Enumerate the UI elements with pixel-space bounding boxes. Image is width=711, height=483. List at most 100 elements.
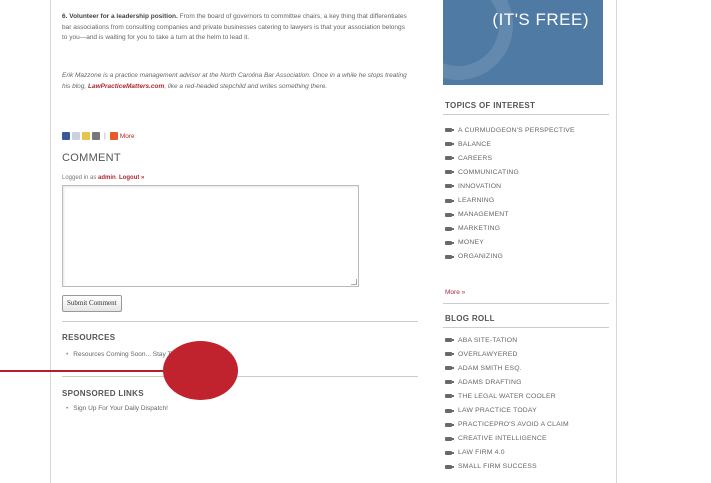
article-paragraph-6: 6. Volunteer for a leadership position. … [62, 12, 412, 44]
submit-comment-button[interactable]: Submit Comment [62, 295, 122, 312]
comment-heading: COMMENT [62, 152, 121, 164]
tag-icon [445, 422, 454, 427]
signup-banner[interactable]: (IT'S FREE) [443, 0, 603, 85]
blogroll-label: CREATIVE INTELLIGENCE [458, 435, 547, 443]
logout-link[interactable]: Logout » [119, 175, 144, 181]
author-blog-link[interactable]: LawPracticeMatters.com [88, 83, 164, 90]
sponsored-links-heading: SPONSORED LINKS [62, 389, 144, 398]
topic-item[interactable]: MANAGEMENT [445, 208, 575, 222]
banner-text: (IT'S FREE) [492, 10, 589, 29]
blogroll-item[interactable]: PRACTICEPRO'S AVOID A CLAIM [445, 418, 569, 432]
topics-more-link[interactable]: More » [445, 289, 465, 296]
topic-item[interactable]: CAREERS [445, 151, 575, 165]
tag-icon [445, 380, 454, 385]
callout-marker [163, 341, 238, 400]
logged-in-status: Logged in as admin. Logout » [62, 175, 144, 181]
blogroll-list: ABA SITE-TATION OVERLAWYERED ADAM SMITH … [445, 333, 569, 474]
blogroll-label: ADAM SMITH ESQ. [458, 364, 522, 372]
blogroll-item[interactable]: SMALL FIRM SUCCESS [445, 460, 569, 474]
share-more-link[interactable]: More [120, 133, 135, 140]
topic-label: MONEY [458, 239, 484, 247]
topic-item[interactable]: MONEY [445, 236, 575, 250]
tag-icon [445, 464, 454, 469]
blogroll-label: PRACTICEPRO'S AVOID A CLAIM [458, 421, 569, 429]
tag-icon [445, 366, 454, 371]
blogroll-item[interactable]: OVERLAWYERED [445, 347, 569, 361]
divider [443, 114, 609, 115]
topic-item[interactable]: ORGANIZING [445, 250, 575, 264]
tag-icon [445, 352, 454, 357]
page-border-left [50, 0, 51, 483]
tag-icon [445, 212, 454, 217]
logged-in-prefix: Logged in as [62, 175, 99, 181]
share-bar: | More [62, 131, 135, 141]
tag-icon [445, 170, 454, 175]
author-bio-text-end: , like a red-headed stepchild and writes… [164, 82, 328, 90]
tag-icon [445, 226, 454, 231]
tag-icon [445, 142, 454, 147]
email-icon[interactable] [72, 132, 80, 140]
tip-title: Volunteer for a leadership position. [67, 13, 178, 20]
topic-label: COMMUNICATING [458, 168, 519, 176]
blogroll-label: ADAMS DRAFTING [458, 378, 522, 386]
facebook-icon[interactable] [62, 132, 70, 140]
divider [62, 321, 418, 322]
topic-label: MARKETING [458, 225, 501, 233]
topic-item[interactable]: INNOVATION [445, 179, 575, 193]
blogroll-item[interactable]: LAW FIRM 4.0 [445, 446, 569, 460]
blogroll-item[interactable]: ADAM SMITH ESQ. [445, 361, 569, 375]
topic-label: A CURMUDGEON'S PERSPECTIVE [458, 126, 575, 134]
divider [443, 327, 609, 328]
tag-icon [445, 184, 454, 189]
blogroll-item[interactable]: CREATIVE INTELLIGENCE [445, 432, 569, 446]
page-border-right [616, 0, 617, 483]
tag-icon [445, 408, 454, 413]
topics-list: A CURMUDGEON'S PERSPECTIVE BALANCE CAREE… [445, 123, 575, 264]
callout-line [0, 370, 180, 372]
topic-item[interactable]: MARKETING [445, 222, 575, 236]
tag-icon [445, 198, 454, 203]
comment-textarea[interactable] [62, 185, 359, 287]
favorite-icon[interactable] [82, 132, 90, 140]
topic-label: INNOVATION [458, 182, 502, 190]
blogroll-label: LAW PRACTICE TODAY [458, 407, 537, 415]
blogroll-label: THE LEGAL WATER COOLER [458, 392, 556, 400]
topic-item[interactable]: A CURMUDGEON'S PERSPECTIVE [445, 123, 575, 137]
topic-label: LEARNING [458, 197, 495, 205]
blogroll-heading: BLOG ROLL [445, 314, 495, 323]
author-bio: Erik Mazzone is a practice management ad… [62, 71, 412, 92]
topic-label: MANAGEMENT [458, 211, 509, 219]
sponsored-link-item[interactable]: Sign Up For Your Daily Dispatch! [66, 405, 168, 412]
resize-grip-icon[interactable] [351, 279, 357, 285]
share-divider: | [104, 132, 106, 140]
tag-icon [445, 338, 454, 343]
resources-heading: RESOURCES [62, 333, 116, 342]
blogroll-label: LAW FIRM 4.0 [458, 449, 505, 457]
tag-icon [445, 394, 454, 399]
share-more-icon[interactable] [109, 132, 118, 140]
blogroll-item[interactable]: THE LEGAL WATER COOLER [445, 389, 569, 403]
blogroll-label: OVERLAWYERED [458, 350, 518, 358]
topics-heading: TOPICS OF INTEREST [445, 101, 536, 110]
tag-icon [445, 254, 454, 259]
print-icon[interactable] [92, 132, 100, 140]
tag-icon [445, 436, 454, 441]
tag-icon [445, 156, 454, 161]
topic-label: CAREERS [458, 154, 493, 162]
blogroll-item[interactable]: ADAMS DRAFTING [445, 375, 569, 389]
tag-icon [445, 240, 454, 245]
tag-icon [445, 128, 454, 133]
blogroll-item[interactable]: ABA SITE-TATION [445, 333, 569, 347]
topic-item[interactable]: BALANCE [445, 137, 575, 151]
blogroll-item[interactable]: LAW PRACTICE TODAY [445, 403, 569, 417]
blogroll-label: SMALL FIRM SUCCESS [458, 463, 537, 471]
tag-icon [445, 450, 454, 455]
topic-label: BALANCE [458, 140, 492, 148]
topic-label: ORGANIZING [458, 253, 504, 261]
topic-item[interactable]: COMMUNICATING [445, 165, 575, 179]
blogroll-label: ABA SITE-TATION [458, 336, 518, 344]
user-link[interactable]: admin [98, 175, 116, 181]
divider [443, 303, 609, 304]
divider [62, 376, 418, 377]
topic-item[interactable]: LEARNING [445, 193, 575, 207]
